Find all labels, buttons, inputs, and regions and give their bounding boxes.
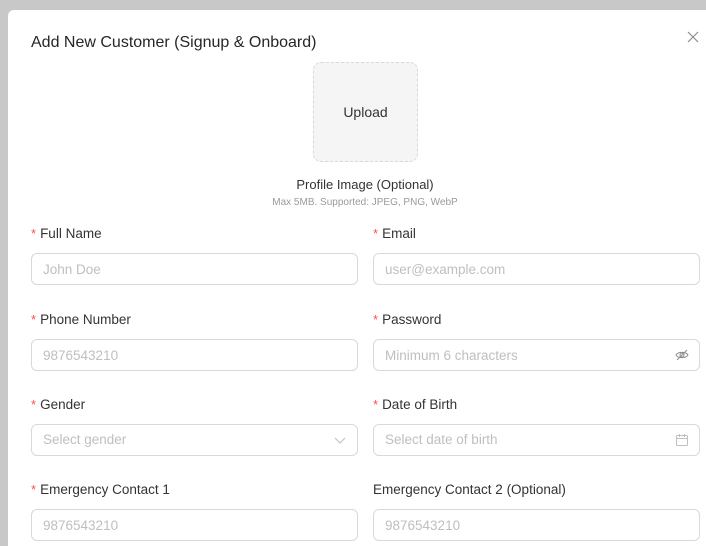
emergency-contact-2-input[interactable] <box>374 510 699 540</box>
required-mark: * <box>31 226 37 241</box>
required-mark: * <box>373 397 379 412</box>
profile-image-label: Profile Image (Optional) <box>296 177 434 192</box>
phone-input[interactable] <box>32 340 357 370</box>
close-icon[interactable] <box>684 28 702 46</box>
profile-image-hint: Max 5MB. Supported: JPEG, PNG, WebP <box>272 197 458 208</box>
full-name-label: * Full Name <box>31 226 102 241</box>
emergency-contact-1-label: * Emergency Contact 1 <box>31 482 170 497</box>
required-mark: * <box>373 312 379 327</box>
required-mark: * <box>31 397 37 412</box>
modal-title: Add New Customer (Signup & Onboard) <box>31 34 317 51</box>
add-customer-modal: Add New Customer (Signup & Onboard) Uplo… <box>8 10 706 546</box>
upload-label: Upload <box>343 104 388 120</box>
emergency-contact-1-field[interactable] <box>31 509 358 541</box>
email-field[interactable] <box>373 253 700 285</box>
gender-placeholder: Select gender <box>43 432 127 447</box>
full-name-field[interactable] <box>31 253 358 285</box>
phone-field[interactable] <box>31 339 358 371</box>
dob-label: * Date of Birth <box>373 397 458 412</box>
emergency-contact-1-input[interactable] <box>32 510 357 540</box>
upload-button[interactable]: Upload <box>313 62 418 162</box>
calendar-icon <box>675 433 689 447</box>
email-input[interactable] <box>374 254 699 284</box>
gender-label: * Gender <box>31 397 86 412</box>
emergency-contact-2-label: Emergency Contact 2 (Optional) <box>373 482 566 497</box>
password-field[interactable] <box>373 339 700 371</box>
required-mark: * <box>31 312 37 327</box>
email-label: * Email <box>373 226 416 241</box>
full-name-input[interactable] <box>32 254 357 284</box>
password-input[interactable] <box>374 340 699 370</box>
phone-label: * Phone Number <box>31 312 131 327</box>
emergency-contact-2-field[interactable] <box>373 509 700 541</box>
required-mark: * <box>373 226 379 241</box>
dob-placeholder: Select date of birth <box>385 432 498 447</box>
dob-picker[interactable]: Select date of birth <box>373 424 700 456</box>
password-label: * Password <box>373 312 442 327</box>
required-mark: * <box>31 482 37 497</box>
chevron-down-icon <box>333 433 347 447</box>
gender-select[interactable]: Select gender <box>31 424 358 456</box>
eye-invisible-icon[interactable] <box>675 348 689 362</box>
